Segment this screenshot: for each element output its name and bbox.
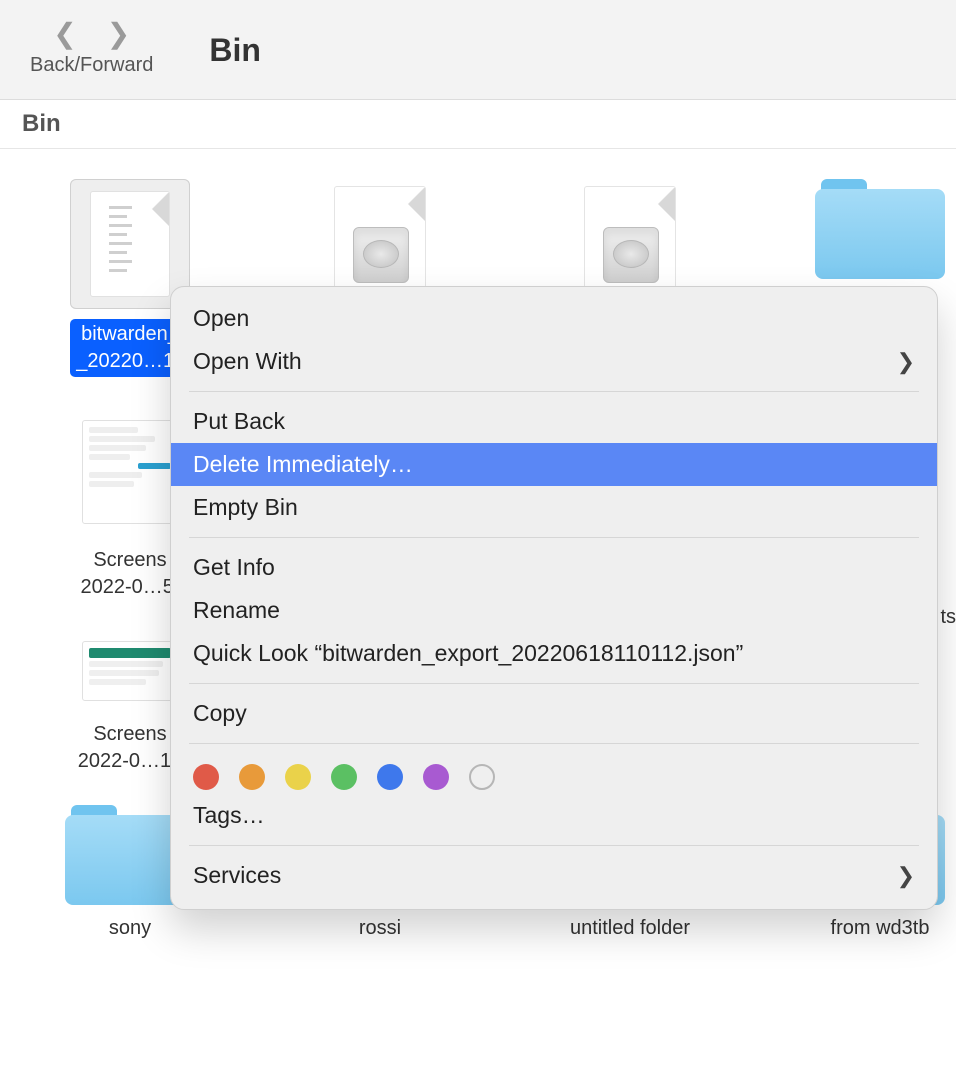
nav-group: ❮ ❯ Back/Forward (30, 20, 153, 77)
tag-orange[interactable] (239, 764, 265, 790)
menu-services[interactable]: Services ❯ (171, 854, 937, 897)
folder-icon (815, 179, 945, 279)
tag-none[interactable] (469, 764, 495, 790)
menu-put-back[interactable]: Put Back (171, 400, 937, 443)
tag-blue[interactable] (377, 764, 403, 790)
menu-separator (189, 391, 919, 392)
location-title: Bin (22, 110, 61, 137)
menu-rename[interactable]: Rename (171, 589, 937, 632)
tag-yellow[interactable] (285, 764, 311, 790)
location-bar: Bin (0, 100, 956, 149)
file-thumbnail-document (70, 179, 190, 309)
menu-empty-bin[interactable]: Empty Bin (171, 486, 937, 529)
tag-purple[interactable] (423, 764, 449, 790)
chevron-right-icon: ❯ (897, 349, 915, 375)
folder-label: from wd3tb (831, 915, 930, 942)
folder-label: untitled folder (570, 915, 690, 942)
file-label: Screens 2022-0…17 (78, 721, 183, 775)
context-menu: Open Open With ❯ Put Back Delete Immedia… (170, 286, 938, 910)
menu-separator (189, 845, 919, 846)
menu-open-with[interactable]: Open With ❯ (171, 340, 937, 383)
menu-quick-look[interactable]: Quick Look “bitwarden_export_20220618110… (171, 632, 937, 675)
toolbar: ❮ ❯ Back/Forward Bin (0, 0, 956, 100)
menu-separator (189, 743, 919, 744)
nav-label: Back/Forward (30, 54, 153, 77)
forward-button[interactable]: ❯ (107, 20, 130, 48)
chevron-right-icon: ❯ (897, 863, 915, 889)
file-label: Screens 2022-0…5. (81, 547, 180, 601)
tag-red[interactable] (193, 764, 219, 790)
truncated-edge-label: ts (940, 606, 956, 629)
folder-label: rossi (359, 915, 401, 942)
menu-tags[interactable]: Tags… (171, 794, 937, 837)
back-button[interactable]: ❮ (53, 20, 76, 48)
menu-delete-immediately[interactable]: Delete Immediately… (171, 443, 937, 486)
menu-open[interactable]: Open (171, 297, 937, 340)
menu-tag-colors (171, 752, 937, 794)
tag-green[interactable] (331, 764, 357, 790)
menu-copy[interactable]: Copy (171, 692, 937, 735)
menu-separator (189, 537, 919, 538)
menu-get-info[interactable]: Get Info (171, 546, 937, 589)
window-title: Bin (209, 32, 261, 69)
folder-label: sony (109, 915, 151, 942)
menu-separator (189, 683, 919, 684)
